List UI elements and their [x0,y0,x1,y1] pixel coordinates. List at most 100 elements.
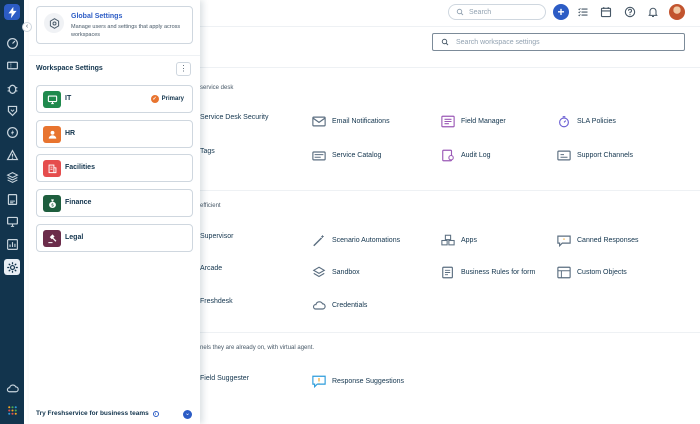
chat-bubble-icon [556,233,572,247]
global-search[interactable]: Search [448,4,546,20]
supervisor-tile[interactable]: Supervisor [200,233,233,240]
section-divider [200,67,700,68]
business-rules-tile[interactable]: Business Rules for form [440,265,535,279]
service-desk-security-tile[interactable]: Service Desk Security [200,114,268,121]
rules-form-icon [440,265,456,279]
app-switcher-grid-icon[interactable] [4,402,20,418]
workspace-label: Legal [65,234,84,241]
service-catalog-tile[interactable]: Service Catalog [311,148,381,162]
freshservice-logo-icon[interactable] [4,4,20,20]
help-icon[interactable] [622,4,638,20]
primary-check-icon: ✓ [150,95,159,103]
stopwatch-icon [556,114,572,128]
settings-panel: Global Settings Manage users and setting… [29,0,200,424]
workspace-label: HR [65,130,76,137]
workspace-settings-heading: Workspace Settings [36,65,103,72]
workspace-item-legal[interactable]: Legal [36,224,193,252]
sandbox-layers-icon [311,265,327,279]
apps-cubes-icon [440,233,456,247]
admin-settings-gear-icon[interactable] [4,259,20,275]
building-icon [43,160,61,177]
tile-label: SLA Policies [577,117,616,125]
icon-rail [0,0,24,424]
workspace-more-options-button[interactable]: ⋮ [176,62,191,76]
primary-badge: ✓ Primary [150,95,184,103]
tile-label: Scenario Automations [332,236,401,244]
problems-bug-icon[interactable] [4,80,20,96]
tile-label: Sandbox [332,268,360,276]
notifications-bell-icon[interactable] [645,4,661,20]
workspace-item-hr[interactable]: HR [36,120,193,148]
info-icon[interactable]: i [152,410,159,417]
tile-label: Support Channels [577,151,634,159]
field-suggester-tile[interactable]: Field Suggester [200,375,249,382]
sandbox-tile[interactable]: Sandbox [311,265,360,279]
tile-label: Business Rules for form [461,268,536,276]
releases-icon[interactable] [4,124,20,140]
global-settings-description: Manage users and settings that apply acr… [71,24,181,38]
credentials-tile[interactable]: Credentials [311,298,367,312]
new-item-button[interactable]: + [553,4,569,20]
sla-policies-tile[interactable]: SLA Policies [556,114,616,128]
search-icon [441,38,449,46]
analytics-icon[interactable] [4,236,20,252]
workspace-label: Finance [65,199,92,206]
workspace-label: Facilities [65,164,95,171]
arcade-tile[interactable]: Arcade [200,265,222,272]
workspace-label: IT [65,95,72,102]
global-settings-title: Global Settings [71,13,123,20]
custom-objects-tile[interactable]: Custom Objects [556,265,627,279]
canned-responses-tile[interactable]: Canned Responses [556,233,639,247]
workspace-item-facilities[interactable]: Facilities [36,154,193,182]
todo-list-icon[interactable] [575,4,591,20]
collapse-panel-button[interactable]: ‹ [22,22,32,32]
global-settings-card[interactable]: Global Settings Manage users and setting… [36,6,193,44]
tile-label: Custom Objects [577,268,627,276]
workspace-item-finance[interactable]: $ Finance [36,189,193,217]
tile-label: Field Manager [461,117,506,125]
tile-label: Canned Responses [577,236,639,244]
monitor-icon[interactable] [4,213,20,229]
channels-icon [556,148,572,162]
workspace-settings-search[interactable]: Search workspace settings [432,33,685,51]
tile-label: Supervisor [200,233,234,240]
custom-objects-icon [556,265,572,279]
tile-label: Freshdesk [200,298,233,305]
workspace-item-it[interactable]: IT ✓ Primary [36,85,193,113]
tickets-icon[interactable] [4,57,20,73]
scenario-automations-tile[interactable]: Scenario Automations [311,233,400,247]
try-business-teams-link[interactable]: Try Freshservice for business teams i [36,410,159,417]
try-business-label: Try Freshservice for business teams [36,410,149,417]
apps-tile[interactable]: Apps [440,233,477,247]
freshdesk-tile[interactable]: Freshdesk [200,298,233,305]
tile-label: Service Catalog [332,151,382,159]
response-suggestions-tile[interactable]: Response Suggestions [311,374,404,388]
support-channels-tile[interactable]: Support Channels [556,148,633,162]
section-divider [200,332,700,333]
tile-label: Field Suggester [200,375,250,382]
magic-wand-icon [311,233,327,247]
purchase-icon[interactable] [4,191,20,207]
primary-label: Primary [161,96,184,102]
email-notifications-tile[interactable]: Email Notifications [311,114,390,128]
field-manager-tile[interactable]: Field Manager [440,114,506,128]
money-bag-icon: $ [43,195,61,212]
dashboard-icon[interactable] [4,35,20,51]
global-search-placeholder: Search [469,8,492,16]
gavel-icon [43,230,61,247]
person-icon [43,126,61,143]
section-description: nels they are already on, with virtual a… [200,345,315,351]
alerts-icon[interactable] [4,147,20,163]
calendar-icon[interactable] [598,4,614,20]
cloud-icon[interactable] [4,380,20,396]
tags-tile[interactable]: Tags [200,148,215,155]
field-list-icon [440,114,456,128]
tile-label: Arcade [200,265,223,272]
tile-label: Credentials [332,301,368,309]
changes-icon[interactable] [4,102,20,118]
user-avatar[interactable] [669,4,685,20]
audit-log-tile[interactable]: Audit Log [440,148,491,162]
chevron-down-icon[interactable]: ⌄ [183,410,192,419]
tile-label: Service Desk Security [200,114,269,121]
assets-icon[interactable] [4,169,20,185]
